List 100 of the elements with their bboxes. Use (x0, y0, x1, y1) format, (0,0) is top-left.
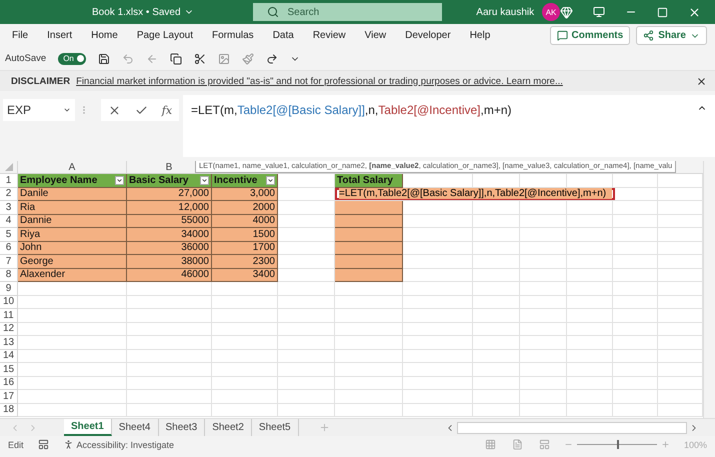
name-box[interactable]: EXP (3, 99, 75, 121)
grid-cell[interactable] (473, 268, 520, 282)
table-cell[interactable]: 12,000 (127, 201, 212, 214)
menu-item[interactable]: Developer (405, 30, 451, 41)
grid-cell[interactable] (278, 390, 335, 404)
grid-cell[interactable] (658, 188, 703, 201)
view-icon[interactable] (38, 439, 49, 450)
grid-cell[interactable] (403, 350, 473, 363)
menu-item[interactable]: Insert (47, 30, 72, 41)
cancel-icon[interactable] (108, 104, 121, 116)
grid-cell[interactable] (567, 363, 613, 376)
grid-cell[interactable] (613, 336, 658, 350)
grid-cell[interactable] (473, 376, 520, 390)
grid-cell[interactable] (567, 390, 613, 404)
grid-cell[interactable] (473, 390, 520, 404)
grid-cell[interactable] (613, 282, 658, 296)
caret-icon[interactable] (63, 106, 71, 114)
accessibility-icon[interactable] (62, 439, 74, 450)
table-header[interactable]: Employee Name (18, 174, 127, 188)
grid-cell[interactable] (127, 350, 212, 363)
grid-cell[interactable] (567, 174, 613, 188)
grid-cell[interactable] (212, 363, 278, 376)
table-cell[interactable] (335, 228, 403, 242)
grid-cell[interactable] (613, 242, 658, 255)
grid-cell[interactable] (212, 336, 278, 350)
grid-cell[interactable] (658, 174, 703, 188)
grid-cell[interactable] (567, 255, 613, 268)
grid-cell[interactable] (473, 336, 520, 350)
grid-cell[interactable] (278, 255, 335, 268)
grid-cell[interactable] (658, 268, 703, 282)
grid-cell[interactable] (567, 309, 613, 322)
grid-cell[interactable] (658, 322, 703, 336)
redo-icon[interactable] (266, 52, 278, 64)
zoom-in-icon[interactable] (660, 440, 670, 449)
menu-item[interactable]: Review (312, 30, 346, 41)
grid-cell[interactable] (567, 322, 613, 336)
grid-cell[interactable] (658, 336, 703, 350)
table-cell[interactable]: Ria (18, 201, 127, 214)
grid-cell[interactable] (520, 376, 567, 390)
grid-cell[interactable] (403, 228, 473, 242)
table-header[interactable]: Incentive (212, 174, 278, 188)
grid-cell[interactable] (127, 404, 212, 417)
table-cell[interactable]: Danile (18, 188, 127, 201)
grid-cell[interactable] (613, 309, 658, 322)
share-icon[interactable] (643, 30, 654, 41)
grid-cell[interactable] (278, 188, 335, 201)
share-button[interactable]: Share (636, 26, 707, 45)
grid-cell[interactable] (18, 336, 127, 350)
grid-cell[interactable] (473, 174, 520, 188)
grid-cell[interactable] (613, 214, 658, 228)
grid-cell[interactable] (278, 242, 335, 255)
table-cell[interactable] (335, 242, 403, 255)
grid-cell[interactable] (403, 201, 473, 214)
grid-cell[interactable] (520, 174, 567, 188)
grid-cell[interactable] (567, 350, 613, 363)
grid-cell[interactable] (403, 322, 473, 336)
menu-item[interactable]: Help (470, 30, 490, 41)
grid-cell[interactable] (473, 404, 520, 417)
grid-cell[interactable] (212, 350, 278, 363)
grid-cell[interactable] (473, 228, 520, 242)
accessibility-status[interactable]: Accessibility: Investigate (76, 440, 174, 450)
grid-cell[interactable] (658, 390, 703, 404)
table-cell[interactable]: Riya (18, 228, 127, 242)
grid-cell[interactable] (520, 309, 567, 322)
grid-cell[interactable] (335, 390, 403, 404)
grid-cell[interactable] (567, 296, 613, 309)
grid-cell[interactable] (473, 282, 520, 296)
grid-cell[interactable] (567, 242, 613, 255)
grid-cell[interactable] (520, 242, 567, 255)
grid-cell[interactable] (567, 214, 613, 228)
scissors-icon[interactable] (194, 52, 206, 64)
grid-cell[interactable] (473, 242, 520, 255)
autosave-toggle[interactable]: On (58, 52, 86, 64)
grid-cell[interactable] (520, 404, 567, 417)
grid-cell[interactable] (278, 336, 335, 350)
grid-cell[interactable] (403, 390, 473, 404)
grid-cell[interactable] (613, 404, 658, 417)
grid-cell[interactable] (403, 296, 473, 309)
grid-cell[interactable] (127, 282, 212, 296)
grid-cell[interactable] (335, 350, 403, 363)
menu-item[interactable]: Formulas (212, 30, 254, 41)
function-button[interactable]: fx (162, 104, 172, 116)
grid-cell[interactable] (658, 296, 703, 309)
table-cell[interactable] (335, 268, 403, 282)
grid-cell[interactable] (335, 296, 403, 309)
grid-cell[interactable] (127, 309, 212, 322)
grid-cell[interactable] (278, 214, 335, 228)
grid-cell[interactable] (658, 201, 703, 214)
diamond-icon[interactable] (560, 6, 573, 18)
grid-cell[interactable] (403, 282, 473, 296)
page-layout-icon[interactable] (512, 439, 523, 450)
grid-cell[interactable] (403, 363, 473, 376)
menu-item[interactable]: Home (91, 30, 118, 41)
grid-cell[interactable] (567, 376, 613, 390)
grid-cell[interactable] (520, 322, 567, 336)
grid-cell[interactable] (658, 363, 703, 376)
search-field[interactable]: Search (253, 3, 442, 21)
grid-cell[interactable] (520, 255, 567, 268)
table-cell[interactable]: 3400 (212, 268, 278, 282)
grid-cell[interactable] (567, 404, 613, 417)
